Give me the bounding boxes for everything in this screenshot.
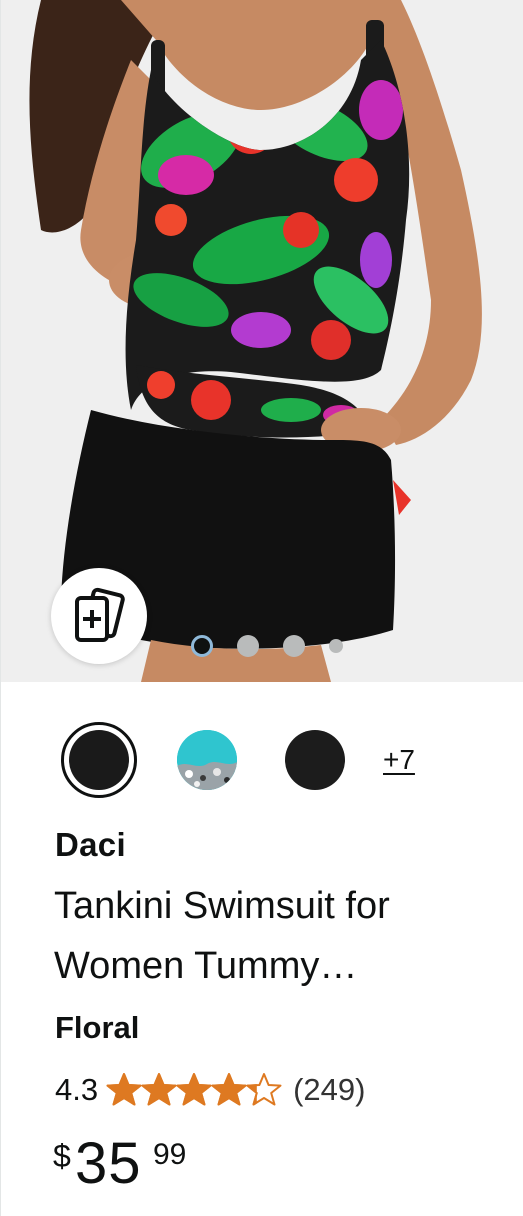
pager-dot[interactable] bbox=[237, 635, 259, 657]
compare-cards-icon bbox=[75, 587, 125, 642]
swatch-pattern bbox=[177, 730, 237, 790]
image-pager-dots bbox=[191, 633, 367, 659]
swatch-selected[interactable] bbox=[61, 722, 137, 798]
brand-name: Daci bbox=[55, 826, 126, 863]
star-rating[interactable] bbox=[106, 1072, 282, 1108]
compare-button[interactable] bbox=[51, 568, 147, 664]
star-full-icon bbox=[211, 1073, 247, 1106]
more-colors-link[interactable]: +7 bbox=[383, 744, 415, 776]
star-full-icon bbox=[176, 1073, 212, 1106]
price-whole: 35 bbox=[75, 1131, 142, 1196]
pager-dot-active[interactable] bbox=[191, 635, 213, 657]
rating-row: 4.3 (249) bbox=[55, 1068, 365, 1112]
product-image-gallery[interactable] bbox=[1, 0, 523, 682]
rating-value: 4.3 bbox=[55, 1072, 99, 1107]
color-swatches: +7 bbox=[61, 722, 521, 802]
swatch-teal[interactable] bbox=[177, 730, 237, 790]
product-title[interactable]: Tankini Swimsuit for Women Tummy… bbox=[54, 876, 484, 996]
swatch-color-black bbox=[69, 730, 129, 790]
swatch-black[interactable] bbox=[285, 730, 345, 790]
pager-dot[interactable] bbox=[283, 635, 305, 657]
pager-dot[interactable] bbox=[329, 639, 343, 653]
price-symbol: $ bbox=[53, 1138, 71, 1174]
product-card[interactable]: +7 Daci Tankini Swimsuit for Women Tummy… bbox=[0, 0, 523, 1216]
star-full-icon bbox=[141, 1073, 177, 1106]
review-count[interactable]: (249) bbox=[293, 1072, 365, 1108]
variant-name: Floral bbox=[55, 1010, 140, 1045]
star-half-icon bbox=[246, 1073, 282, 1106]
price-fraction: 99 bbox=[153, 1138, 187, 1171]
star-full-icon bbox=[106, 1073, 142, 1106]
